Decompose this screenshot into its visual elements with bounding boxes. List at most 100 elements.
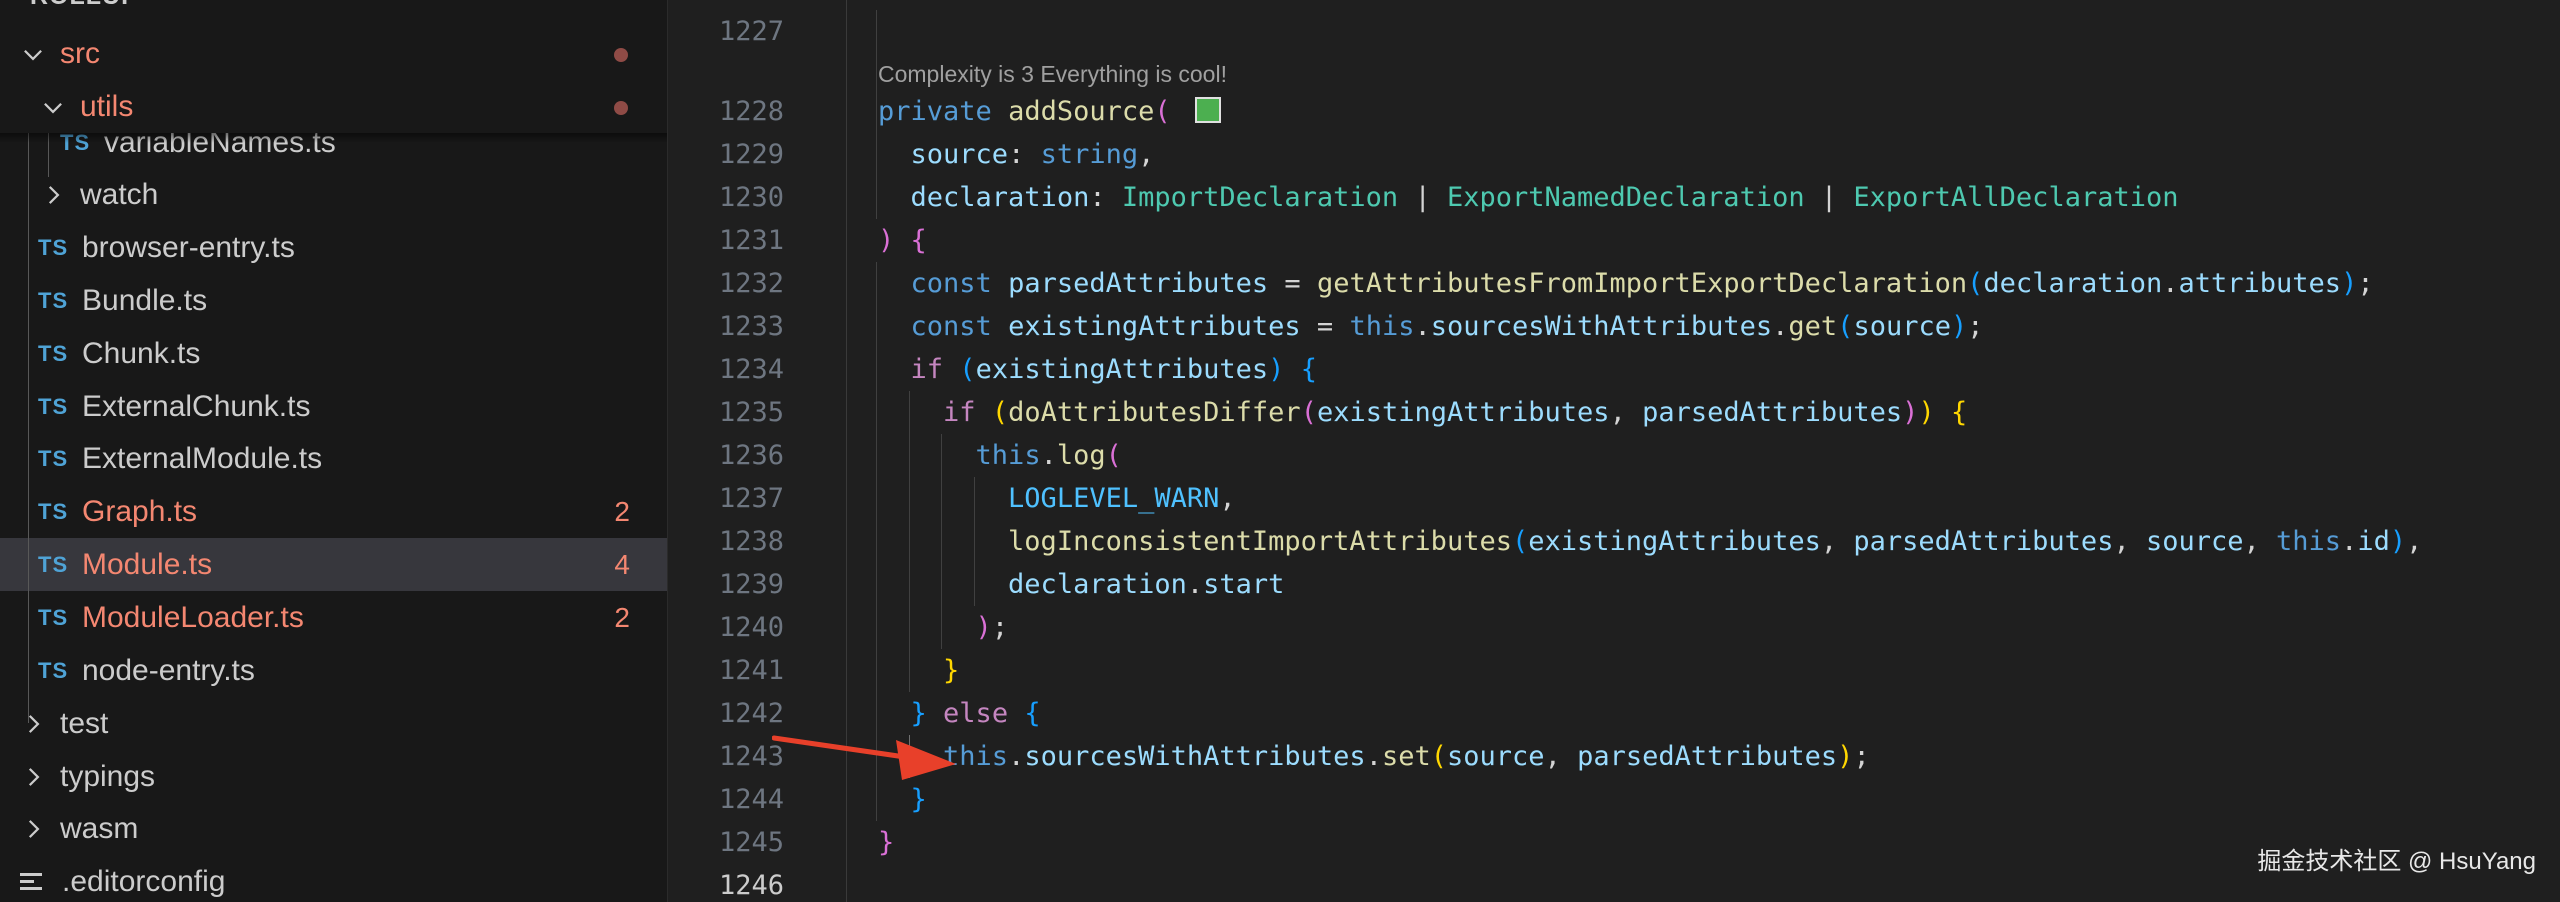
code-token: existingAttributes (1528, 526, 1821, 557)
code-token: declaration (1008, 569, 1187, 600)
code-token: const (910, 311, 992, 342)
tree-indent-guide (28, 133, 29, 723)
code-token: sourcesWithAttributes (1024, 741, 1366, 772)
tree-file-Module-ts[interactable]: TS Module.ts 4 (0, 538, 667, 591)
tree-folder-utils[interactable]: utils (0, 80, 667, 133)
tree-item-label: test (60, 706, 109, 740)
code-line[interactable]: } (878, 649, 959, 692)
typescript-file-icon: TS (38, 498, 69, 524)
tree-file-ModuleLoader-ts[interactable]: TS ModuleLoader.ts 2 (0, 591, 667, 644)
code-editor[interactable]: 1227 1228 1229 1230 1231 1232 1233 1234 1235 1236… (668, 0, 2560, 902)
typescript-file-icon: TS (38, 657, 69, 683)
tree-file-browser-entry-ts[interactable]: TS browser-entry.ts (0, 221, 667, 274)
code-token: ( (1154, 96, 1171, 127)
code-token: logInconsistentImportAttributes (1008, 526, 1512, 557)
tree-folder-src[interactable]: src (0, 27, 667, 80)
code-line[interactable]: declaration.start (878, 563, 1284, 606)
tree-item-label: typings (60, 759, 156, 793)
line-number: 1230 (718, 182, 784, 213)
line-number: 1246 (718, 870, 784, 901)
code-token: . (1186, 569, 1204, 600)
code-token: . (2162, 268, 2179, 299)
code-token: source (1447, 741, 1545, 772)
code-token: ( (1430, 741, 1448, 772)
code-token: this (975, 440, 1041, 471)
annotation-arrow-head (896, 740, 956, 780)
tree-file-node-entry-ts[interactable]: TS node-entry.ts (0, 644, 667, 697)
line-number: 1234 (718, 354, 784, 385)
tree-folder-test[interactable]: test (0, 697, 667, 750)
tree-item-label: watch (80, 177, 159, 211)
tree-file-ExternalModule-ts[interactable]: TS ExternalModule.ts (0, 432, 667, 485)
tree-file-Chunk-ts[interactable]: TS Chunk.ts (0, 327, 667, 380)
code-token: , (1544, 741, 1578, 772)
tree-folder-wasm[interactable]: wasm (0, 802, 667, 855)
code-token: attributes (2178, 268, 2342, 299)
code-token: , (1219, 483, 1236, 514)
tree-file-Graph-ts[interactable]: TS Graph.ts 2 (0, 485, 667, 538)
problem-count-badge: 2 (614, 495, 630, 527)
code-token: ( (991, 397, 1009, 428)
code-token: parsedAttributes (1577, 741, 1838, 772)
line-number: 1243 (718, 741, 784, 772)
code-line[interactable]: declaration: ImportDeclaration | ExportN… (878, 176, 2179, 219)
code-token: if (943, 397, 976, 428)
code-line[interactable]: const parsedAttributes = getAttributesFr… (878, 262, 2374, 305)
color-swatch-icon[interactable] (1194, 97, 1221, 123)
code-token: . (1040, 440, 1057, 471)
code-token: . (1772, 311, 1789, 342)
line-number: 1231 (718, 225, 784, 256)
line-number: 1235 (718, 397, 784, 428)
code-line[interactable]: this.log( (878, 434, 1122, 477)
code-line[interactable]: this.sourcesWithAttributes.set(source, p… (878, 735, 1870, 778)
tree-file-ExternalChunk-ts[interactable]: TS ExternalChunk.ts (0, 380, 667, 433)
code-token: ( (959, 354, 976, 385)
typescript-file-icon: TS (38, 445, 69, 471)
code-token: | (1804, 182, 1854, 213)
code-token: source (910, 139, 1009, 170)
code-token: set (1381, 741, 1431, 772)
code-token: ; (1967, 311, 1984, 342)
tree-folder-watch[interactable]: watch (0, 168, 667, 221)
sticky-scroll-shadow (0, 133, 667, 143)
code-token: ImportDeclaration (1121, 182, 1399, 213)
code-line[interactable]: logInconsistentImportAttributes(existing… (878, 520, 2422, 563)
code-line[interactable]: source: string, (878, 133, 1155, 176)
explorer-root-label[interactable]: ROLLUP (30, 0, 139, 11)
code-token: ( (1300, 397, 1317, 428)
code-token: } (878, 827, 895, 858)
code-line[interactable]: ) { (878, 219, 927, 262)
tree-file-Bundle-ts[interactable]: TS Bundle.ts (0, 274, 667, 327)
code-token: ; (991, 612, 1009, 643)
tree-item-label: node-entry.ts (82, 653, 255, 687)
code-token: , (1820, 526, 1854, 557)
code-token: { (1300, 354, 1317, 385)
code-line[interactable]: private addSource( (878, 90, 1221, 133)
code-line[interactable]: LOGLEVEL_WARN, (878, 477, 1236, 520)
code-token: ) (1902, 397, 1919, 428)
code-token: sourcesWithAttributes (1430, 311, 1773, 342)
code-line[interactable]: } (878, 821, 894, 864)
line-number: 1241 (718, 655, 784, 686)
code-token: ( (1105, 440, 1122, 471)
tree-file--editorconfig[interactable]: .editorconfig (0, 855, 667, 902)
code-line[interactable]: const existingAttributes = this.sourcesW… (878, 305, 1984, 348)
tree-item-label: Chunk.ts (82, 336, 201, 370)
tree-folder-typings[interactable]: typings (0, 750, 667, 803)
codelens-complexity[interactable]: Complexity is 3 Everything is cool! (878, 56, 1227, 92)
settings-file-icon (20, 870, 60, 894)
tree-item-label: .editorconfig (62, 864, 226, 898)
code-line[interactable]: if (doAttributesDiffer(existingAttribute… (878, 391, 1967, 434)
tree-item-label: src (60, 36, 100, 70)
code-token: parsedAttributes (1008, 268, 1269, 299)
code-line[interactable]: if (existingAttributes) { (878, 348, 1317, 391)
code-token: = (1300, 311, 1350, 342)
code-line[interactable]: ); (878, 606, 1009, 649)
